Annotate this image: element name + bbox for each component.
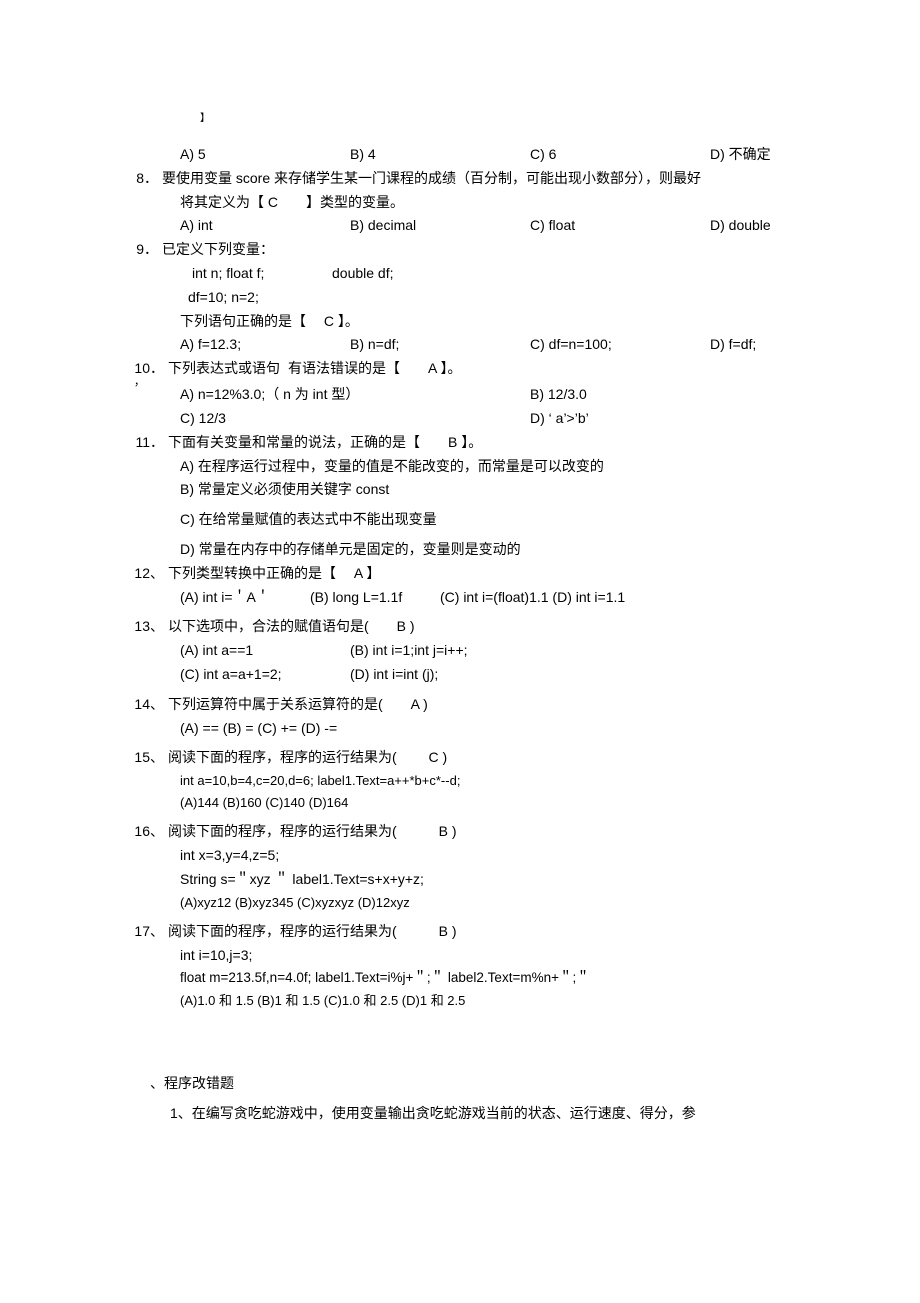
q10-text-b: 有语法错误的是【 A 】。 xyxy=(288,357,461,381)
q9-opt-b: B) n=df; xyxy=(350,333,530,357)
q16-text: 阅读下面的程序，程序的运行结果为( B ) xyxy=(168,820,790,844)
q11-b: B) 常量定义必须使用关键字 const xyxy=(130,478,790,502)
q14: 14、 下列运算符中属于关系运算符的是( A ) xyxy=(130,693,790,717)
q11-d: D) 常量在内存中的存储单元是固定的，变量则是变动的 xyxy=(130,538,790,562)
q16: 16、 阅读下面的程序，程序的运行结果为( B ) xyxy=(130,820,790,844)
q9-l1b: double df; xyxy=(332,262,394,286)
q14-num: 14、 xyxy=(130,693,168,717)
q16-code2: String s=＂xyz ＂ label1.Text=s+x+y+z; xyxy=(130,868,790,892)
q12: 12、 下列类型转换中正确的是【 A 】 xyxy=(130,562,790,586)
q12-a: (A) int i=＇A＇ xyxy=(180,586,310,610)
q10: 10． 下列表达式或语句 有语法错误的是【 A 】。 xyxy=(130,357,790,381)
q17-code2: float m=213.5f,n=4.0f; label1.Text=i%j+＂… xyxy=(130,967,790,990)
q16-num: 16、 xyxy=(130,820,168,844)
q10-text-a: 下列表达式或语句 xyxy=(168,357,288,381)
q10-num: 10． xyxy=(130,357,168,381)
q13-a: (A) int a==1 xyxy=(180,639,350,663)
q15-code: int a=10,b=4,c=20,d=6; label1.Text=a++*b… xyxy=(130,770,790,792)
q8-opt-a: A) int xyxy=(180,214,350,238)
q11-num: 11． xyxy=(130,431,168,455)
q9-text: 已定义下列变量： xyxy=(162,238,790,262)
q15-opts: (A)144 (B)160 (C)140 (D)164 xyxy=(130,792,790,814)
q11-c: C) 在给常量赋值的表达式中不能出现变量 xyxy=(130,508,790,532)
q7-opt-c: C) 6 xyxy=(530,143,710,167)
q9-line1: int n; float f; double df; xyxy=(130,262,790,286)
q9-opt-d: D) f=df; xyxy=(710,333,756,357)
q10-opt-d: D) ‘ a’>’b’ xyxy=(530,407,589,431)
q8-opt-d: D) double xyxy=(710,214,771,238)
q16-opts: (A)xyz12 (B)xyz345 (C)xyzxyz (D)12xyz xyxy=(130,892,790,914)
q8-text-b: 将其定义为【 C 】类型的变量。 xyxy=(130,191,790,215)
q13-c: (C) int a=a+1=2; xyxy=(180,663,350,687)
q7-options: A) 5 B) 4 C) 6 D) 不确定 xyxy=(130,143,790,167)
q11: 11． 下面有关变量和常量的说法，正确的是【 B 】。 xyxy=(130,431,790,455)
q7-opt-b: B) 4 xyxy=(350,143,530,167)
q7-opt-a: A) 5 xyxy=(180,143,350,167)
q12-b: (B) long L=1.1f xyxy=(310,586,440,610)
q13-b: (B) int i=1;int j=i++; xyxy=(350,639,468,663)
q8-opt-b: B) decimal xyxy=(350,214,530,238)
q13-d: (D) int i=int (j); xyxy=(350,663,438,687)
q13-text: 以下选项中，合法的赋值语句是( B ) xyxy=(168,615,790,639)
stray-text: 】 xyxy=(130,110,790,127)
q12-text: 下列类型转换中正确的是【 A 】 xyxy=(168,562,790,586)
q9-options: A) f=12.3; B) n=df; C) df=n=100; D) f=df… xyxy=(130,333,790,357)
q9-num: 9． xyxy=(130,238,162,262)
q17-text: 阅读下面的程序，程序的运行结果为( B ) xyxy=(168,920,790,944)
q8-options: A) int B) decimal C) float D) double xyxy=(130,214,790,238)
q15: 15、 阅读下面的程序，程序的运行结果为( C ) xyxy=(130,746,790,770)
q12-c: (C) int i=(float)1.1 (D) int i=1.1 xyxy=(440,586,625,610)
q9-l1a: int n; float f; xyxy=(192,262,332,286)
q13: 13、 以下选项中，合法的赋值语句是( B ) xyxy=(130,615,790,639)
q9-line3: 下列语句正确的是【 C 】。 xyxy=(130,310,790,334)
q16-code1: int x=3,y=4,z=5; xyxy=(130,844,790,868)
q13-num: 13、 xyxy=(130,615,168,639)
q8-opt-c: C) float xyxy=(530,214,710,238)
q13-row1: (A) int a==1 (B) int i=1;int j=i++; xyxy=(130,639,790,663)
q14-text: 下列运算符中属于关系运算符的是( A ) xyxy=(168,693,790,717)
q9-line2: df=10; n=2; xyxy=(130,286,790,310)
q15-num: 15、 xyxy=(130,746,168,770)
q10-row1: A) n=12%3.0;（ n 为 int 型） B) 12/3.0 xyxy=(130,383,790,407)
section2-q1: 1、在编写贪吃蛇游戏中，使用变量输出贪吃蛇游戏当前的状态、运行速度、得分，参 xyxy=(130,1102,790,1126)
q8-num: 8． xyxy=(130,167,162,191)
q9-opt-a: A) f=12.3; xyxy=(180,333,350,357)
q11-a: A) 在程序运行过程中，变量的值是不能改变的，而常量是可以改变的 xyxy=(130,455,790,479)
q14-opts: (A) == (B) = (C) += (D) -= xyxy=(130,717,790,741)
q8: 8． 要使用变量 score 来存储学生某一门课程的成绩（百分制，可能出现小数部… xyxy=(130,167,790,191)
q9-opt-c: C) df=n=100; xyxy=(530,333,710,357)
q13-row2: (C) int a=a+1=2; (D) int i=int (j); xyxy=(130,663,790,687)
q12-num: 12、 xyxy=(130,562,168,586)
q15-text: 阅读下面的程序，程序的运行结果为( C ) xyxy=(168,746,790,770)
q12-opts: (A) int i=＇A＇ (B) long L=1.1f (C) int i=… xyxy=(130,586,790,610)
q10-opt-c: C) 12/3 xyxy=(180,407,530,431)
q10-opt-b: B) 12/3.0 xyxy=(530,383,587,407)
q17-opts: (A)1.0 和 1.5 (B)1 和 1.5 (C)1.0 和 2.5 (D)… xyxy=(130,990,790,1012)
q11-text: 下面有关变量和常量的说法，正确的是【 B 】。 xyxy=(168,431,790,455)
q10-row2: C) 12/3 D) ‘ a’>’b’ xyxy=(130,407,790,431)
section2-title: 、程序改错题 xyxy=(130,1072,790,1096)
q7-opt-d: D) 不确定 xyxy=(710,143,771,167)
q17-code1: int i=10,j=3; xyxy=(130,944,790,968)
q8-text-a: 要使用变量 score 来存储学生某一门课程的成绩（百分制，可能出现小数部分），… xyxy=(162,167,790,191)
q17-num: 17、 xyxy=(130,920,168,944)
q17: 17、 阅读下面的程序，程序的运行结果为( B ) xyxy=(130,920,790,944)
q10-opt-a: A) n=12%3.0;（ n 为 int 型） xyxy=(180,383,530,407)
q9: 9． 已定义下列变量： xyxy=(130,238,790,262)
